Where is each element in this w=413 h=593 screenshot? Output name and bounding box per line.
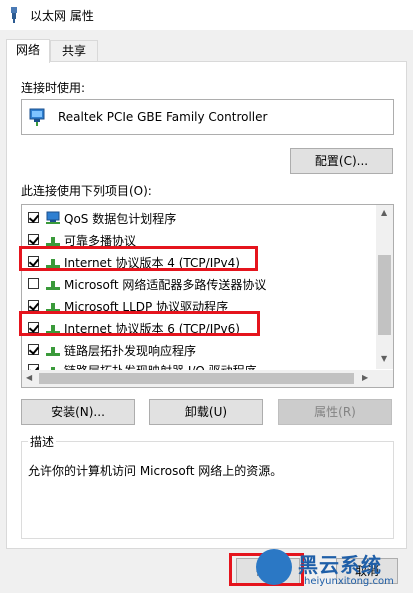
description-group: 描述 允许你的计算机访问 Microsoft 网络上的资源。 <box>21 433 394 539</box>
scroll-down-arrow-icon[interactable]: ▼ <box>381 355 387 363</box>
properties-button[interactable]: 属性(R) <box>278 399 392 425</box>
watermark-logo-icon <box>256 549 292 585</box>
tab-panel-network: 连接时使用: Realtek PCIe GBE Family Controlle… <box>6 61 407 549</box>
description-text: 允许你的计算机访问 Microsoft 网络上的资源。 <box>28 464 283 478</box>
checkbox[interactable] <box>28 212 39 223</box>
description-title: 描述 <box>28 433 57 450</box>
components-list[interactable]: QoS 数据包计划程序 可靠多播协议 Internet 协议版本 4 (TCP/… <box>21 204 394 388</box>
uninstall-button[interactable]: 卸载(U) <box>149 399 263 425</box>
items-label: 此连接使用下列项目(O): <box>21 184 152 198</box>
list-item-lltd-responder[interactable]: 链路层拓扑发现响应程序 <box>22 339 378 361</box>
install-button[interactable]: 安装(N)... <box>21 399 135 425</box>
watermark: 黑云系统 heiyunxitong.com <box>252 548 413 593</box>
configure-button[interactable]: 配置(C)... <box>290 148 393 174</box>
network-adapter-icon <box>29 108 45 126</box>
list-item-label: 链路层拓扑发现响应程序 <box>64 344 197 358</box>
highlight-ipv6 <box>19 311 260 336</box>
checkbox[interactable] <box>28 300 39 311</box>
checkbox[interactable] <box>28 278 39 289</box>
qos-icon <box>46 211 60 224</box>
tab-network[interactable]: 网络 <box>6 39 50 63</box>
connect-using-label: 连接时使用: <box>21 81 86 95</box>
checkbox[interactable] <box>28 234 39 245</box>
checkbox[interactable] <box>28 344 39 355</box>
vertical-scroll-thumb[interactable] <box>378 255 391 335</box>
adapter-name: Realtek PCIe GBE Family Controller <box>58 110 268 124</box>
watermark-title: 黑云系统 <box>298 553 382 577</box>
list-item-label: Microsoft 网络适配器多路传送器协议 <box>64 278 267 292</box>
scroll-up-arrow-icon[interactable]: ▲ <box>381 209 387 217</box>
scroll-left-arrow-icon[interactable]: ◀ <box>26 374 32 382</box>
protocol-icon <box>46 347 60 356</box>
vertical-scrollbar[interactable]: ▲ ▼ <box>376 205 393 369</box>
scroll-right-arrow-icon[interactable]: ▶ <box>362 374 368 382</box>
horizontal-scrollbar[interactable]: ◀ ▶ <box>22 370 376 387</box>
horizontal-scroll-thumb[interactable] <box>39 373 354 384</box>
list-item-qos[interactable]: QoS 数据包计划程序 <box>22 207 378 229</box>
protocol-icon <box>46 237 60 246</box>
highlight-ipv4 <box>19 246 258 271</box>
title-bar: 以太网 属性 <box>0 0 413 30</box>
tab-sharing[interactable]: 共享 <box>50 40 98 62</box>
watermark-url: heiyunxitong.com <box>304 576 394 587</box>
ethernet-cable-icon <box>11 7 17 23</box>
list-item-multiplexor[interactable]: Microsoft 网络适配器多路传送器协议 <box>22 273 378 295</box>
list-item-label: QoS 数据包计划程序 <box>64 212 177 226</box>
scrollbar-corner <box>376 370 393 387</box>
adapter-display: Realtek PCIe GBE Family Controller <box>21 99 394 135</box>
window-title: 以太网 属性 <box>30 9 94 23</box>
protocol-icon <box>46 281 60 290</box>
